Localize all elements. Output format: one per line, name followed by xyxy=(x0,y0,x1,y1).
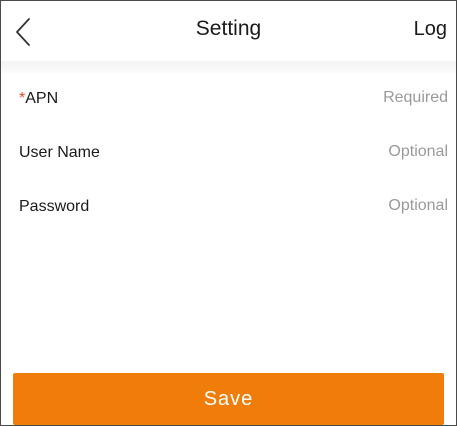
apn-label-text: APN xyxy=(25,90,59,107)
save-button[interactable]: Save xyxy=(13,373,444,425)
settings-screen: Setting Log *APN User Name Password Save xyxy=(0,0,457,426)
apn-input[interactable] xyxy=(198,84,448,112)
header-bar: Setting Log xyxy=(1,1,456,61)
username-label: User Name xyxy=(19,144,100,161)
page-title: Setting xyxy=(195,17,262,40)
apn-row: *APN xyxy=(1,78,456,118)
password-input[interactable] xyxy=(198,192,448,220)
password-label: Password xyxy=(19,198,90,215)
header-divider xyxy=(1,61,456,73)
username-input[interactable] xyxy=(198,138,448,166)
log-link[interactable]: Log xyxy=(414,18,447,41)
password-row: Password xyxy=(1,186,456,226)
username-row: User Name xyxy=(1,132,456,172)
apn-label: *APN xyxy=(19,90,58,108)
